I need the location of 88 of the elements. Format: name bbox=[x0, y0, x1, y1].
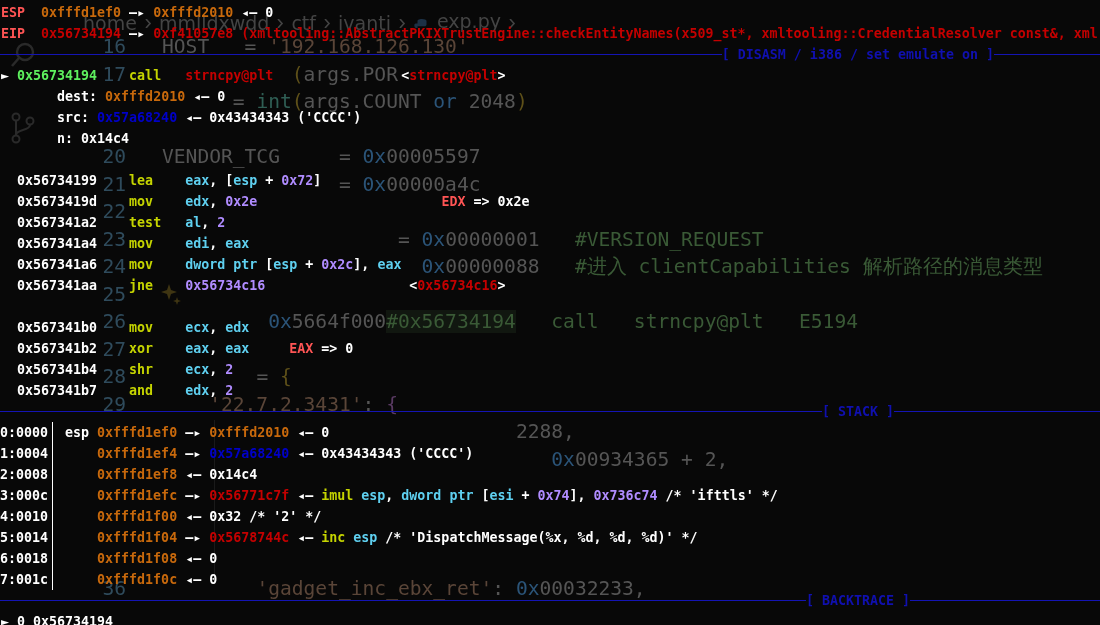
terminal-text: dest: 0xfffd2010 ◂— 0 bbox=[57, 90, 226, 103]
terminal-text: edx, 2 bbox=[185, 384, 234, 397]
terminal-text: 0x56734c16 bbox=[185, 279, 266, 292]
terminal-text: eax, [esp + 0x72] bbox=[185, 174, 322, 187]
terminal-text: 0x567341a2 bbox=[17, 216, 98, 229]
stack-entry: 0xfffd1f00 ◂— 0x32 /* '2' */ bbox=[97, 510, 322, 523]
code-text: '22.7.2.3431': { bbox=[209, 396, 398, 413]
section-title: [ BACKTRACE ] bbox=[805, 594, 910, 607]
terminal-text: EIP bbox=[1, 27, 26, 40]
line-number: 26 bbox=[102, 314, 126, 330]
sparkle-icon[interactable] bbox=[160, 283, 182, 305]
terminal-text: test bbox=[129, 216, 162, 229]
terminal-text: ecx, edx bbox=[185, 321, 250, 334]
terminal-text: ecx, 2 bbox=[185, 363, 234, 376]
terminal-text: mov bbox=[129, 195, 154, 208]
section-title: [ STACK ] bbox=[821, 405, 894, 418]
terminal-text: shr bbox=[129, 363, 154, 376]
line-number: 28 bbox=[102, 369, 126, 385]
stack-offset: 1:0004 bbox=[0, 447, 49, 460]
stack-entry: esp 0xfffd1ef0 —▸ 0xfffd2010 ◂— 0 bbox=[65, 426, 330, 439]
stack-entry: 0xfffd1efc —▸ 0x56771c7f ◂— imul esp, dword ptr [esi + 0x74], 0x736c74 /* 'ifttls' */ bbox=[97, 489, 778, 502]
terminal-text: EAX => 0 bbox=[289, 342, 354, 355]
terminal-text: <strncpy@plt> bbox=[401, 69, 506, 82]
terminal-text: ESP bbox=[1, 6, 26, 19]
stack-offset: 0:0000 bbox=[0, 426, 49, 439]
terminal-text: 0x567341b7 bbox=[17, 384, 98, 397]
chevron-icon bbox=[142, 18, 153, 28]
terminal-text: 0x567341b4 bbox=[17, 363, 98, 376]
stack-offset: 4:0010 bbox=[0, 510, 49, 523]
terminal-text: dword ptr [esp + 0x2c], eax bbox=[185, 258, 402, 271]
terminal-text: mov bbox=[129, 321, 154, 334]
terminal-text: mov bbox=[129, 237, 154, 250]
terminal-text: <0x56734c16> bbox=[409, 279, 506, 292]
code-text: (args.POR bbox=[291, 66, 398, 83]
terminal-text: 0x56734199 bbox=[17, 174, 98, 187]
stack-offset: 3:000c bbox=[0, 489, 49, 502]
line-number: 21 bbox=[102, 176, 126, 193]
terminal-text: n: 0x14c4 bbox=[57, 132, 130, 145]
terminal-text: ► 0 0x56734194 bbox=[1, 615, 114, 625]
terminal-text: 0x5673419d bbox=[17, 195, 98, 208]
terminal-text: and bbox=[129, 384, 154, 397]
stack-offset: 5:0014 bbox=[0, 531, 49, 544]
stack-entry: 0xfffd1ef4 —▸ 0x57a68240 ◂— 0x43434343 ('CCCC') bbox=[97, 447, 474, 460]
terminal-text: 0x567341aa bbox=[17, 279, 98, 292]
line-number: 24 bbox=[102, 259, 126, 275]
terminal-text: xor bbox=[129, 342, 154, 355]
terminal-text: call bbox=[129, 69, 162, 82]
branch-icon[interactable] bbox=[10, 112, 36, 144]
terminal-text: strncpy@plt bbox=[185, 69, 274, 82]
stack-offset: 2:0008 bbox=[0, 468, 49, 481]
terminal-text: 0x567341a6 bbox=[17, 258, 98, 271]
terminal-text: 0x567341a4 bbox=[17, 237, 98, 250]
terminal-text: edx, 0x2e bbox=[185, 195, 258, 208]
line-number: 29 bbox=[102, 396, 126, 413]
terminal-text: EDX => 0x2e bbox=[441, 195, 530, 208]
terminal-text: 0x567341b2 bbox=[17, 342, 98, 355]
terminal-text: eax, eax bbox=[185, 342, 250, 355]
line-number: 27 bbox=[102, 341, 126, 358]
stack-offset: 6:0018 bbox=[0, 552, 49, 565]
code-text: = int(args.COUNT or 2048) bbox=[232, 94, 528, 110]
terminal-text: mov bbox=[129, 258, 154, 271]
line-number: 25 bbox=[102, 286, 126, 303]
code-text: 0x00934365 + 2, bbox=[551, 451, 729, 468]
stack-entry: 0xfffd1ef8 ◂— 0x14c4 bbox=[97, 468, 258, 481]
line-number: 20 bbox=[102, 149, 126, 165]
terminal-text: jne bbox=[129, 279, 154, 292]
chevron-icon bbox=[322, 18, 332, 28]
terminal-text: src: 0x57a68240 ◂— 0x43434343 ('CCCC') bbox=[57, 111, 362, 124]
line-number: 16 bbox=[102, 39, 126, 55]
stack-offset: 7:001c bbox=[0, 573, 49, 586]
stack-entry: 0xfffd1f08 ◂— 0 bbox=[97, 552, 218, 565]
terminal-text: ► 0x56734194 bbox=[1, 69, 98, 82]
section-title: [ DISASM / i386 / set emulate on ] bbox=[721, 48, 994, 61]
terminal-text: al, 2 bbox=[185, 216, 226, 229]
line-number: 17 bbox=[102, 66, 126, 83]
stack-entry: 0xfffd1f04 —▸ 0x5678744c ◂— inc esp /* 'DispatchMessage(%x, %d, %d, %d)' */ bbox=[97, 531, 698, 544]
chevron-icon bbox=[506, 18, 517, 28]
line-number: 23 bbox=[102, 231, 126, 248]
code-text: = { bbox=[256, 369, 292, 385]
line-number: 22 bbox=[102, 204, 126, 220]
code-text: = 0x00000a4c bbox=[338, 176, 481, 193]
code-text: 2288, bbox=[515, 424, 575, 440]
terminal-text: lea bbox=[129, 174, 154, 187]
chevron-icon bbox=[396, 18, 407, 28]
search-icon[interactable] bbox=[10, 42, 36, 68]
terminal-text: 0x567341b0 bbox=[17, 321, 98, 334]
terminal-text: edi, eax bbox=[185, 237, 250, 250]
chevron-icon bbox=[275, 18, 286, 28]
